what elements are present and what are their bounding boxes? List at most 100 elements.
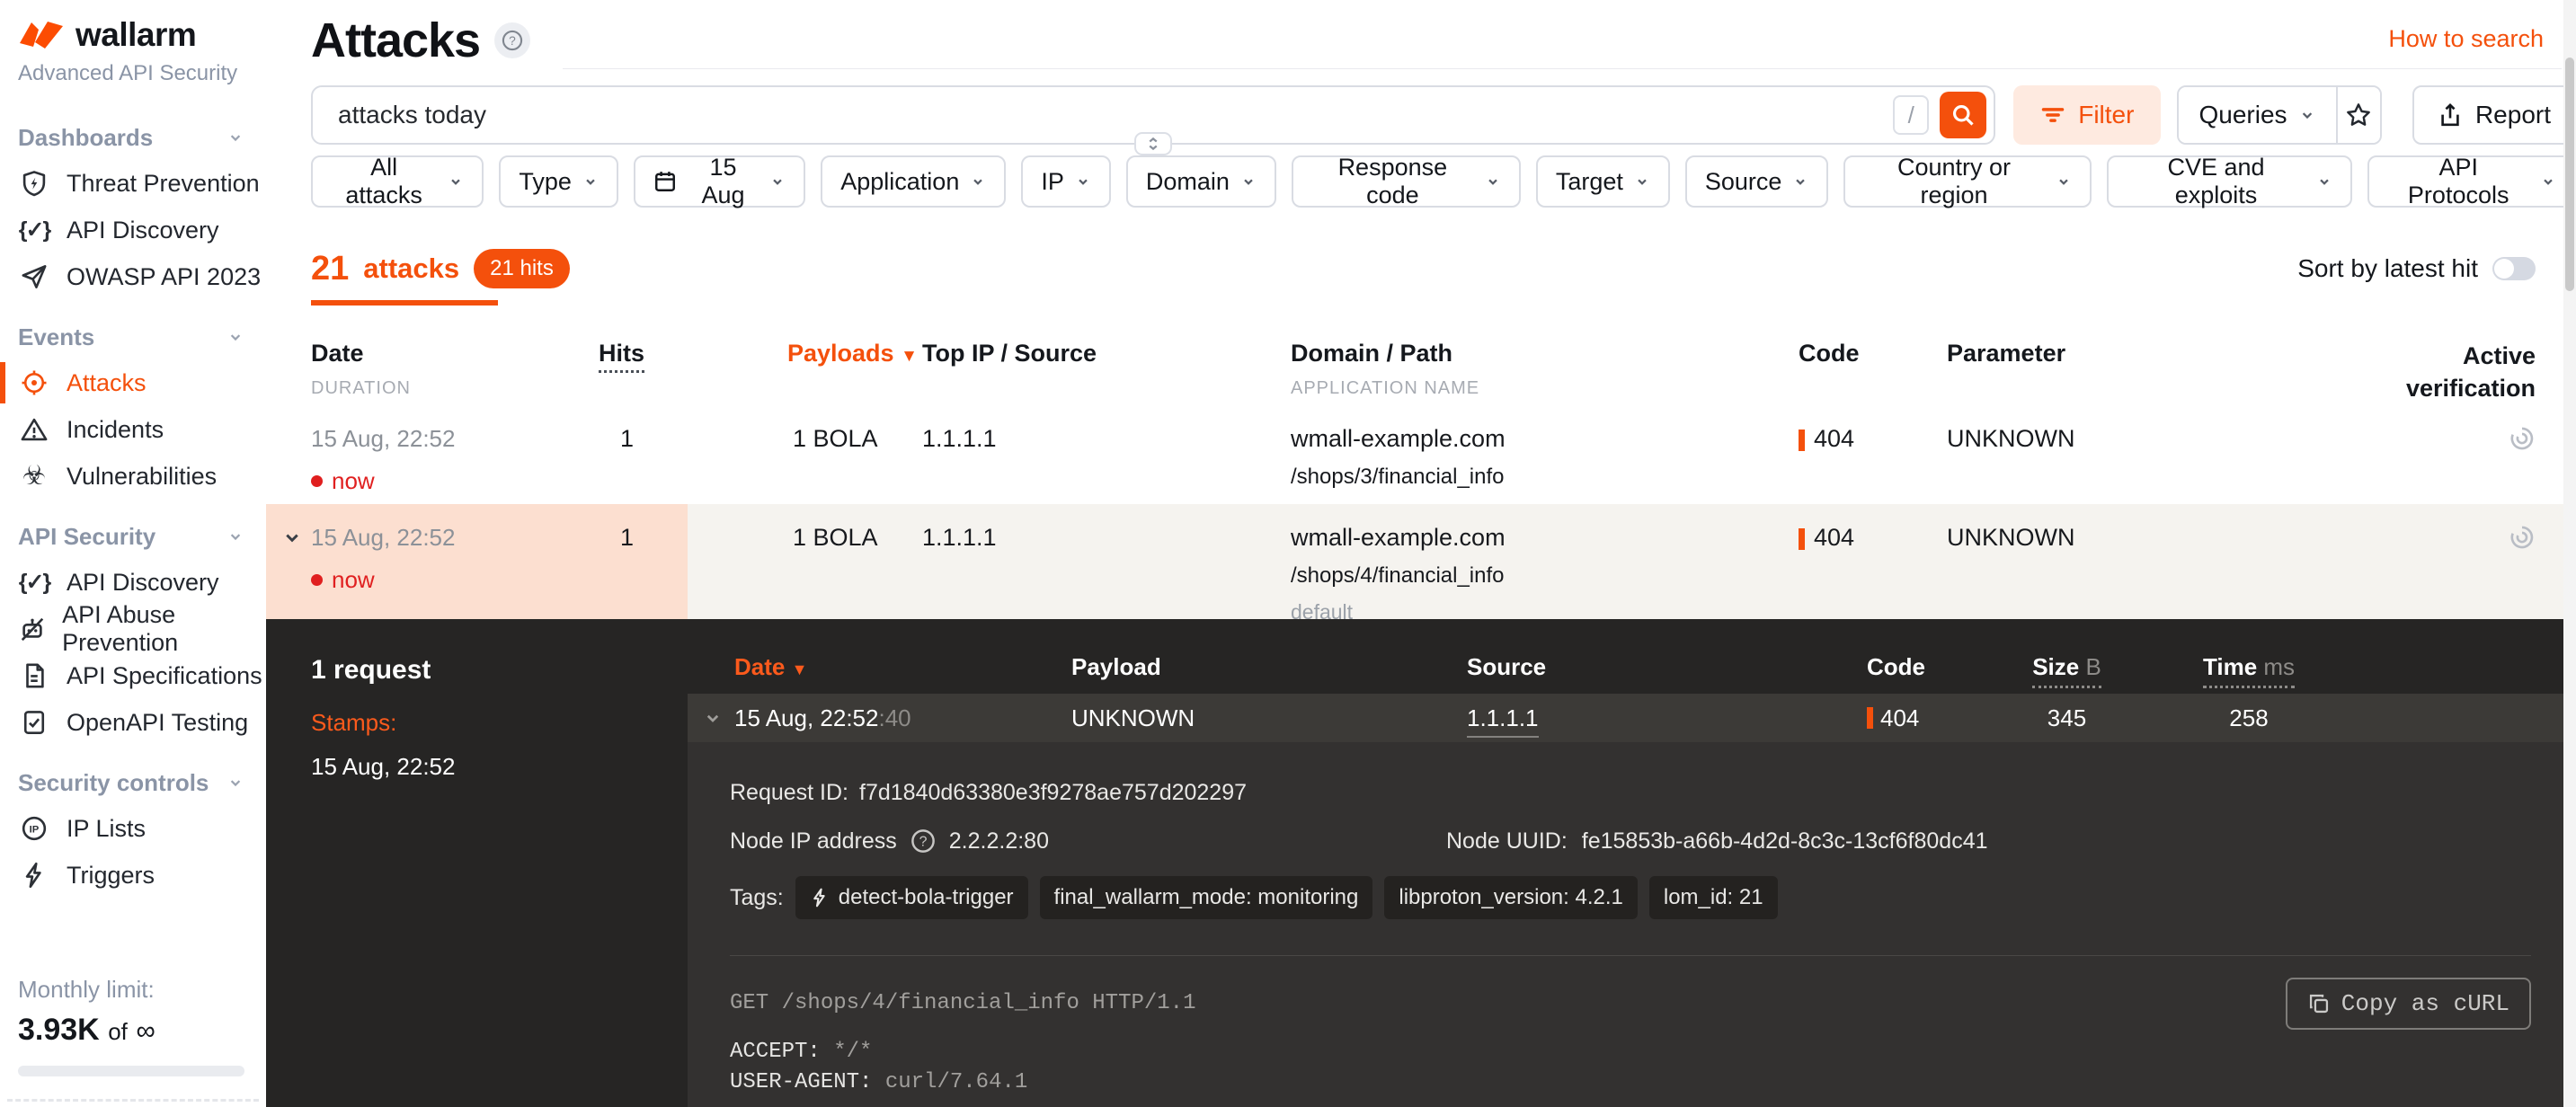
share-icon [2438, 102, 2463, 128]
request-date: 15 Aug, 22:52:40 [734, 704, 1022, 732]
how-to-search-link[interactable]: How to search [2388, 25, 2544, 53]
column-hits[interactable]: Hits [581, 340, 715, 368]
sidebar-item-api-discovery[interactable]: {✓} API Discovery [0, 207, 266, 253]
ip-circle-icon: IP [18, 815, 50, 842]
requests-column-time[interactable]: Time ms [2150, 653, 2348, 681]
chevron-down-icon [1075, 173, 1091, 190]
detail-panel-summary: 1 request Stamps: 15 Aug, 22:52 [266, 619, 688, 1107]
report-button[interactable]: Report [2412, 85, 2576, 145]
attack-domain: wmall-example.com [1291, 425, 1799, 453]
sidebar-item-owasp-api-2023[interactable]: OWASP API 2023 [0, 253, 266, 300]
chip-country[interactable]: Country or region [1843, 155, 2091, 208]
chip-api-protocols[interactable]: API Protocols [2367, 155, 2576, 208]
chip-application[interactable]: Application [821, 155, 1006, 208]
chevron-down-icon [227, 527, 244, 545]
braces-check-icon: {✓} [18, 569, 50, 596]
node-uuid-value: fe15853b-a66b-4d2d-8c3c-13cf6f80dc41 [1582, 828, 1988, 855]
sort-toggle[interactable] [2492, 257, 2536, 280]
checklist-icon [18, 709, 50, 736]
monthly-limit-label: Monthly limit: [18, 976, 244, 1004]
now-indicator: now [311, 467, 581, 495]
chevron-down-icon [1240, 173, 1257, 190]
sidebar-item-ip-lists[interactable]: IP IP Lists [0, 805, 266, 852]
help-question-icon[interactable]: ? [494, 22, 530, 58]
search-box: / [311, 85, 1995, 145]
sidebar-item-api-abuse-prevention[interactable]: API Abuse Prevention [0, 606, 266, 652]
sidebar-item-openapi-testing[interactable]: OpenAPI Testing [0, 699, 266, 746]
chevron-down-icon[interactable] [280, 526, 304, 549]
header-divider [563, 68, 2562, 69]
column-payloads-sorted[interactable]: Payloads ▼ [715, 340, 922, 368]
sidebar-item-api-specifications[interactable]: API Specifications [0, 652, 266, 699]
monthly-limit-progress-bar [18, 1066, 244, 1076]
brand-subtitle: Advanced API Security [0, 61, 266, 86]
chip-target[interactable]: Target [1536, 155, 1670, 208]
sidebar-section-dashboards[interactable]: Dashboards [0, 115, 266, 160]
attack-row[interactable]: 15 Aug, 22:52 now 1 1 BOLA 1.1.1.1 wmall… [266, 405, 2576, 504]
queries-button[interactable]: Queries [2179, 87, 2337, 143]
node-ip-value: 2.2.2.2:80 [949, 828, 1049, 855]
favorite-star-button[interactable] [2338, 87, 2380, 143]
column-top-ip: Top IP / Source [922, 340, 1291, 368]
request-size: 345 [1984, 704, 2150, 732]
requests-column-date-sorted[interactable]: Date ▼ [734, 653, 1022, 681]
chip-response-code[interactable]: Response code [1292, 155, 1521, 208]
attack-payloads: 1 BOLA [715, 524, 922, 630]
sidebar-item-attacks[interactable]: Attacks [0, 359, 266, 406]
sidebar-item-incidents[interactable]: Incidents [0, 406, 266, 453]
warning-triangle-icon [18, 416, 50, 443]
attack-domain-path: wmall-example.com /shops/4/financial_inf… [1291, 524, 1799, 630]
attack-row-expanded[interactable]: 15 Aug, 22:52 now 1 1 BOLA 1.1.1.1 wmall… [266, 504, 2576, 630]
sidebar-item-triggers[interactable]: Triggers [0, 852, 266, 899]
sidebar-item-api-discovery-2[interactable]: {✓} API Discovery [0, 559, 266, 606]
tags-label: Tags: [730, 885, 784, 911]
info-question-icon[interactable]: ? [910, 828, 937, 855]
code-severity-bar [1867, 707, 1873, 729]
chip-type[interactable]: Type [499, 155, 618, 208]
document-icon [18, 662, 50, 689]
sidebar-section-api-security[interactable]: API Security [0, 514, 266, 559]
calendar-icon [653, 170, 677, 193]
request-id-label: Request ID: [730, 780, 848, 806]
chip-source[interactable]: Source [1685, 155, 1829, 208]
request-details: Request ID: f7d1840d63380e3f9278ae757d20… [688, 742, 2576, 1107]
copy-as-curl-button[interactable]: Copy as cURL [2286, 978, 2531, 1030]
sidebar-section-events[interactable]: Events [0, 314, 266, 359]
chip-cve[interactable]: CVE and exploits [2107, 155, 2353, 208]
active-verification-cell [2333, 524, 2536, 630]
search-input[interactable] [338, 101, 1893, 129]
scrollbar-thumb[interactable] [2565, 58, 2574, 291]
request-source-link[interactable]: 1.1.1.1 [1417, 704, 1799, 732]
sidebar: wallarm Advanced API Security Dashboards… [0, 0, 266, 1107]
request-id-line: Request ID: f7d1840d63380e3f9278ae757d20… [730, 780, 2531, 806]
attacks-table-header: Date DURATION Hits Payloads ▼ Top IP / S… [266, 340, 2576, 405]
request-row[interactable]: 15 Aug, 22:52:40 UNKNOWN 1.1.1.1 404 345… [688, 694, 2576, 742]
http-request-line: GET /shops/4/financial_info HTTP/1.1 [730, 988, 2531, 1019]
request-code: 404 [1799, 704, 1984, 732]
paper-plane-icon [18, 263, 50, 290]
chip-all-attacks[interactable]: All attacks [311, 155, 484, 208]
requests-column-size[interactable]: Size B [1984, 653, 2150, 681]
sidebar-item-vulnerabilities[interactable]: ☣ Vulnerabilities [0, 453, 266, 500]
sidebar-item-threat-prevention[interactable]: Threat Prevention [0, 160, 266, 207]
lightning-icon [810, 888, 830, 908]
filter-button[interactable]: Filter [2013, 85, 2161, 145]
chip-date[interactable]: 15 Aug [634, 155, 805, 208]
chip-domain[interactable]: Domain [1126, 155, 1276, 208]
monthly-limit-value: 3.93K of ∞ [18, 1013, 244, 1048]
sort-by-latest-hit: Sort by latest hit [2297, 254, 2536, 283]
chevron-down-icon [227, 128, 244, 146]
search-expand-handle[interactable] [1134, 132, 1172, 155]
sidebar-section-security-controls[interactable]: Security controls [0, 760, 266, 805]
chevron-down-icon [1634, 173, 1650, 190]
chip-ip[interactable]: IP [1021, 155, 1111, 208]
column-domain-path: Domain / Path APPLICATION NAME [1291, 340, 1799, 399]
verification-spinner-icon[interactable] [2509, 524, 2536, 630]
attack-top-ip[interactable]: 1.1.1.1 [922, 524, 1291, 630]
node-uuid: Node UUID: fe15853b-a66b-4d2d-8c3c-13cf6… [1446, 828, 1988, 855]
search-button[interactable] [1940, 92, 1986, 138]
chevron-down-icon[interactable] [702, 707, 734, 729]
attack-parameter: UNKNOWN [1947, 524, 2333, 630]
scrollbar-track[interactable] [2563, 0, 2576, 1107]
sort-desc-icon: ▼ [901, 347, 918, 366]
